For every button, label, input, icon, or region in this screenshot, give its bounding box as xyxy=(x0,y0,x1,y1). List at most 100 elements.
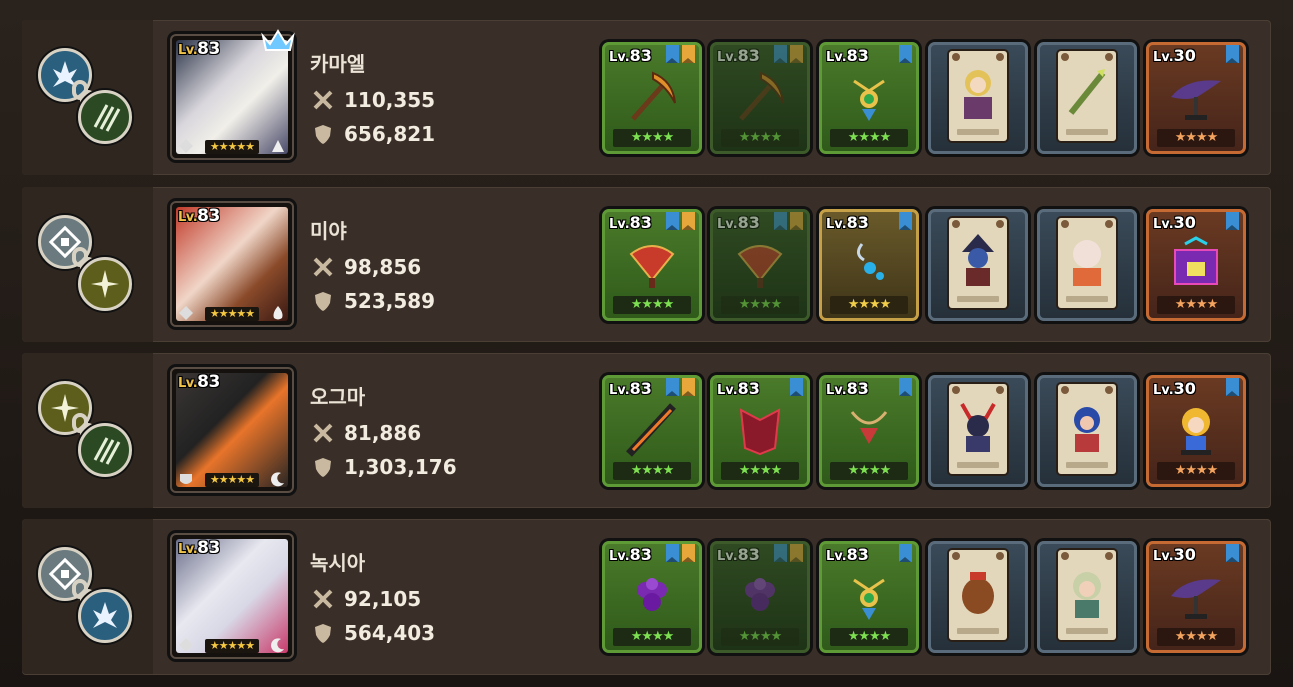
defense-stat: 523,589 xyxy=(312,289,435,313)
pickaxe-icon xyxy=(631,71,676,121)
attack-stat: 92,105 xyxy=(312,587,421,611)
bookmark-icon xyxy=(899,45,912,63)
card-frame xyxy=(949,218,1007,308)
equip-level: Lv.83 xyxy=(717,46,760,65)
equip-slot-card[interactable] xyxy=(1037,42,1137,154)
element-claw-icon xyxy=(78,90,132,144)
card-frame xyxy=(949,51,1007,141)
equip-slot-accessory[interactable]: Lv.83 ★★★★ xyxy=(819,375,919,487)
equip-slot-weapon-sub[interactable]: Lv.83 ★★★★ xyxy=(710,541,810,653)
shield-icon xyxy=(315,125,331,144)
rank-icon xyxy=(179,139,193,153)
equip-level: Lv.83 xyxy=(609,213,652,232)
equip-slot-weapon[interactable]: Lv.83 ★★★★ xyxy=(602,541,702,653)
lock-bookmark-icon xyxy=(790,212,803,230)
equip-slot-card[interactable] xyxy=(928,375,1028,487)
equip-stars: ★★★★ xyxy=(613,129,691,147)
fan-icon xyxy=(737,245,783,288)
element-claw-icon xyxy=(78,423,132,477)
equip-slot-costume[interactable]: Lv.30 ★★★★ xyxy=(1146,375,1246,487)
equip-slot-card[interactable] xyxy=(928,42,1028,154)
hero-row: Lv.83 ★★★★★ 카마엘 110,355 656,821 Lv.83 ★★… xyxy=(22,20,1271,175)
equip-slot-card[interactable] xyxy=(1037,375,1137,487)
hero-name: 녹시아 xyxy=(310,551,366,575)
attack-stat: 98,856 xyxy=(312,255,421,279)
party-list: Lv.83 ★★★★★ 카마엘 110,355 656,821 Lv.83 ★★… xyxy=(0,0,1293,687)
equip-stars: ★★★★ xyxy=(830,129,908,147)
hero-portrait[interactable]: Lv.83 ★★★★★ xyxy=(170,367,294,493)
card-pot-icon xyxy=(962,572,994,614)
rank-icon xyxy=(180,474,192,484)
amulet-icon xyxy=(853,79,885,121)
equip-slot-costume[interactable]: Lv.30 ★★★★ xyxy=(1146,42,1246,154)
rank-icon xyxy=(179,306,193,320)
moon-class-icon xyxy=(271,472,284,487)
shield-icon xyxy=(315,292,331,311)
equip-slot-accessory[interactable]: Lv.83 ★★★★ xyxy=(819,209,919,321)
lock-bookmark-icon xyxy=(682,378,695,396)
lock-bookmark-icon xyxy=(682,45,695,63)
wing-costume-icon xyxy=(1171,579,1221,619)
card-character-icon xyxy=(1074,407,1100,452)
fan-icon xyxy=(629,245,675,288)
equip-slot-weapon[interactable]: Lv.83 ★★★★ xyxy=(602,209,702,321)
equip-stars: ★★★★ xyxy=(721,628,799,646)
card-character-icon xyxy=(962,234,994,286)
equip-slot-accessory[interactable]: Lv.83 ★★★★ xyxy=(819,42,919,154)
equip-slot-card[interactable] xyxy=(928,541,1028,653)
defense-value: 564,403 xyxy=(344,621,436,645)
hero-portrait[interactable]: Lv.83 ★★★★★ xyxy=(170,533,294,659)
equip-slot-weapon-sub[interactable]: Lv.83 ★★★★ xyxy=(710,42,810,154)
equip-stars: ★★★★ xyxy=(721,462,799,480)
equip-slot-costume[interactable]: Lv.30 ★★★★ xyxy=(1146,541,1246,653)
equip-level: Lv.30 xyxy=(1153,46,1196,65)
hero-portrait[interactable]: Lv.83 ★★★★★ xyxy=(170,201,294,327)
equip-slot-card[interactable] xyxy=(928,209,1028,321)
card-frame xyxy=(1058,384,1116,474)
grape-orb-icon xyxy=(745,578,775,611)
card-frame xyxy=(1058,51,1116,141)
grape-orb-icon xyxy=(637,578,667,611)
equip-slot-weapon[interactable]: Lv.83 ★★★★ xyxy=(602,375,702,487)
equip-slot-weapon[interactable]: Lv.83 ★★★★ xyxy=(602,42,702,154)
attack-stat: 110,355 xyxy=(312,88,435,112)
bookmark-icon xyxy=(666,378,679,396)
equip-stars: ★★★★ xyxy=(830,296,908,314)
equip-slot-card[interactable] xyxy=(1037,209,1137,321)
wing-costume-icon xyxy=(1171,80,1221,120)
fire-class-icon xyxy=(273,306,283,320)
moon-class-icon xyxy=(271,638,284,653)
bookmark-icon xyxy=(666,45,679,63)
equip-slot-card[interactable] xyxy=(1037,541,1137,653)
equip-level: Lv.83 xyxy=(609,46,652,65)
equip-slot-weapon-sub[interactable]: Lv.83 ★★★★ xyxy=(710,209,810,321)
card-frame xyxy=(949,550,1007,640)
bookmark-icon xyxy=(1226,378,1239,396)
equip-stars: ★★★★ xyxy=(1157,296,1235,314)
equip-stars: ★★★★ xyxy=(830,462,908,480)
attack-value: 81,886 xyxy=(344,421,422,445)
defense-value: 1,303,176 xyxy=(344,455,457,479)
bookmark-icon xyxy=(899,378,912,396)
bookmark-icon xyxy=(1226,212,1239,230)
card-frame xyxy=(949,384,1007,474)
hero-name: 카마엘 xyxy=(310,52,366,76)
swords-icon xyxy=(313,90,333,110)
defense-stat: 564,403 xyxy=(312,621,435,645)
equip-level: Lv.30 xyxy=(1153,545,1196,564)
pickaxe-icon xyxy=(739,71,784,121)
equip-slot-armor[interactable]: Lv.83 ★★★★ xyxy=(710,375,810,487)
equip-slot-accessory[interactable]: Lv.83 ★★★★ xyxy=(819,541,919,653)
hero-row: Lv.83 ★★★★★ 오그마 81,886 1,303,176 Lv.83 ★… xyxy=(22,353,1271,508)
equip-slot-costume[interactable]: Lv.30 ★★★★ xyxy=(1146,209,1246,321)
bookmark-icon xyxy=(774,212,787,230)
lock-bookmark-icon xyxy=(790,544,803,562)
hero-level: Lv.83 xyxy=(178,206,220,226)
amulet-icon xyxy=(853,578,885,620)
attack-value: 92,105 xyxy=(344,587,422,611)
bookmark-icon xyxy=(899,212,912,230)
bookmark-icon xyxy=(774,45,787,63)
equip-stars: ★★★★ xyxy=(1157,628,1235,646)
armor-icon xyxy=(739,408,781,456)
shield-icon xyxy=(315,458,331,477)
